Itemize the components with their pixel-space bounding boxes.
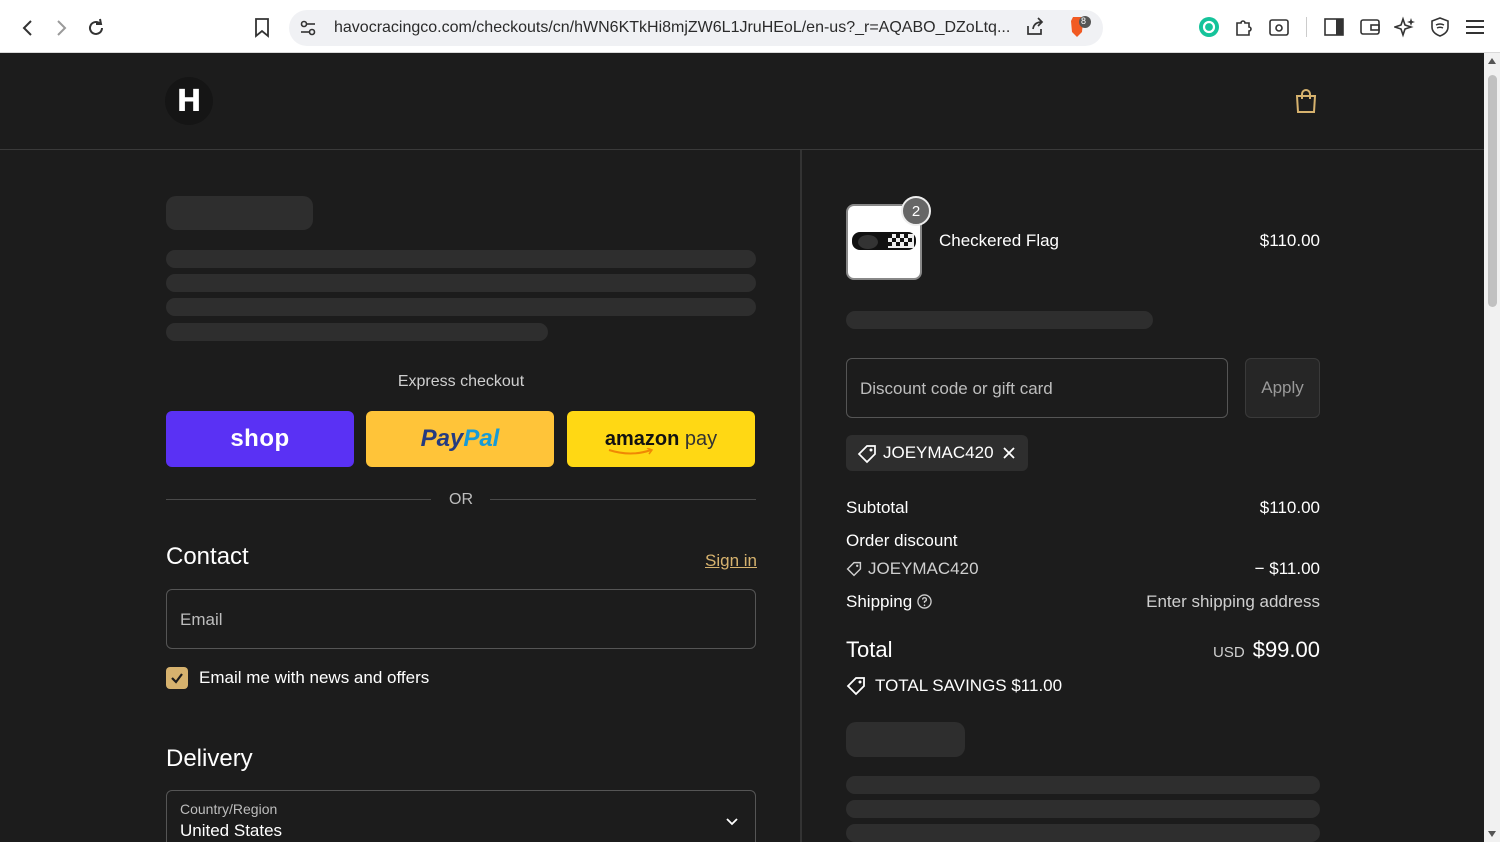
store-header: H bbox=[0, 53, 1484, 150]
delivery-heading: Delivery bbox=[166, 745, 253, 772]
sidebar-icon[interactable] bbox=[1321, 14, 1347, 40]
shipping-value: Enter shipping address bbox=[1146, 592, 1320, 611]
logo-text: H bbox=[176, 83, 202, 119]
scrollbar-thumb[interactable] bbox=[1488, 75, 1497, 307]
leo-ai-icon[interactable] bbox=[1392, 14, 1418, 40]
order-discount-label: Order discount bbox=[846, 531, 958, 550]
screenshot-icon[interactable] bbox=[1266, 14, 1292, 40]
shop-pay-button[interactable]: shop bbox=[166, 411, 354, 467]
checkout-page: H Express checkout shop PayPal amazon pa… bbox=[0, 53, 1484, 842]
discount-code-label: JOEYMAC420 bbox=[868, 559, 979, 578]
column-divider bbox=[800, 150, 802, 842]
separator-line bbox=[166, 499, 431, 500]
forward-icon[interactable] bbox=[47, 14, 75, 42]
newsletter-checkbox[interactable] bbox=[166, 667, 188, 689]
paypal-label: PayPal bbox=[420, 425, 500, 452]
shopping-bag-icon[interactable] bbox=[1292, 87, 1320, 115]
total-savings: TOTAL SAVINGS $11.00 bbox=[875, 676, 1063, 695]
grammarly-extension-icon[interactable] bbox=[1196, 14, 1222, 40]
back-icon[interactable] bbox=[14, 14, 42, 42]
vpn-shield-icon[interactable] bbox=[1427, 14, 1453, 40]
amazon-pay-label: amazon pay bbox=[605, 428, 717, 454]
express-checkout-label: Express checkout bbox=[397, 373, 525, 390]
remove-code-icon[interactable] bbox=[1002, 446, 1016, 460]
page-scrollbar[interactable] bbox=[1484, 53, 1500, 842]
total-currency: USD bbox=[1213, 644, 1245, 661]
chevron-down-icon bbox=[726, 818, 738, 826]
store-logo[interactable]: H bbox=[165, 77, 213, 125]
reload-icon[interactable] bbox=[82, 14, 110, 42]
help-icon[interactable] bbox=[917, 594, 932, 609]
scroll-down-icon[interactable] bbox=[1488, 831, 1496, 837]
loading-skeleton bbox=[166, 196, 313, 230]
sign-in-link[interactable]: Sign in bbox=[705, 551, 757, 571]
shield-badge: 8 bbox=[1081, 16, 1087, 26]
contact-heading: Contact bbox=[166, 543, 249, 570]
applied-code-chip: JOEYMAC420 bbox=[846, 435, 1028, 471]
loading-skeleton bbox=[846, 722, 965, 757]
wallet-icon[interactable] bbox=[1357, 14, 1383, 40]
loading-skeleton bbox=[166, 274, 756, 292]
extensions-puzzle-icon[interactable] bbox=[1231, 14, 1257, 40]
country-select[interactable]: Country/Region United States bbox=[166, 790, 756, 842]
loading-skeleton bbox=[166, 323, 548, 341]
amazon-pay-button[interactable]: amazon pay bbox=[567, 411, 755, 467]
discount-code-input[interactable]: Discount code or gift card bbox=[846, 358, 1228, 418]
url-text: havocracingco.com/checkouts/cn/hWN6KTkHi… bbox=[334, 19, 1011, 36]
applied-code-text: JOEYMAC420 bbox=[883, 443, 994, 462]
product-price: $110.00 bbox=[1259, 231, 1320, 250]
newsletter-label: Email me with news and offers bbox=[199, 668, 430, 687]
or-separator: OR bbox=[166, 489, 756, 509]
scroll-up-icon[interactable] bbox=[1488, 58, 1496, 64]
checkmark-icon bbox=[171, 673, 183, 684]
or-label: OR bbox=[449, 491, 473, 508]
loading-skeleton bbox=[846, 776, 1320, 794]
total-value: $99.00 bbox=[1252, 637, 1320, 662]
tag-icon bbox=[846, 561, 862, 577]
loading-skeleton bbox=[846, 800, 1320, 818]
share-icon[interactable] bbox=[1025, 17, 1045, 42]
total-amount: USD $99.00 bbox=[1100, 637, 1320, 663]
email-field[interactable]: Email bbox=[166, 589, 756, 649]
subtotal-label: Subtotal bbox=[846, 498, 909, 517]
savings-tag-icon bbox=[846, 677, 865, 696]
loading-skeleton bbox=[166, 298, 756, 316]
browser-toolbar: havocracingco.com/checkouts/cn/hWN6KTkHi… bbox=[0, 0, 1500, 53]
separator-line bbox=[490, 499, 756, 500]
email-placeholder: Email bbox=[180, 610, 223, 629]
address-bar[interactable]: havocracingco.com/checkouts/cn/hWN6KTkHi… bbox=[289, 10, 1103, 46]
shipping-label: Shipping bbox=[846, 592, 913, 611]
tag-icon bbox=[857, 445, 876, 464]
discount-value: − $11.00 bbox=[1254, 559, 1320, 578]
bookmark-icon[interactable] bbox=[248, 14, 276, 42]
loading-skeleton bbox=[846, 824, 1320, 842]
site-settings-icon[interactable] bbox=[299, 20, 317, 41]
subtotal-value: $110.00 bbox=[1259, 498, 1320, 517]
loading-skeleton bbox=[166, 250, 756, 268]
brave-shield-icon[interactable]: 8 bbox=[1067, 15, 1091, 46]
toolbar-divider bbox=[1306, 17, 1307, 37]
apply-button[interactable]: Apply bbox=[1245, 358, 1320, 418]
country-value: United States bbox=[180, 821, 283, 840]
menu-icon[interactable] bbox=[1462, 14, 1488, 40]
product-name: Checkered Flag bbox=[939, 231, 1060, 250]
total-label: Total bbox=[846, 637, 893, 662]
paypal-button[interactable]: PayPal bbox=[366, 411, 554, 467]
shop-pay-label: shop bbox=[230, 425, 290, 452]
discount-placeholder: Discount code or gift card bbox=[860, 379, 1053, 398]
country-label: Country/Region bbox=[180, 801, 278, 817]
loading-skeleton bbox=[846, 311, 1153, 329]
quantity-badge: 2 bbox=[901, 196, 931, 226]
